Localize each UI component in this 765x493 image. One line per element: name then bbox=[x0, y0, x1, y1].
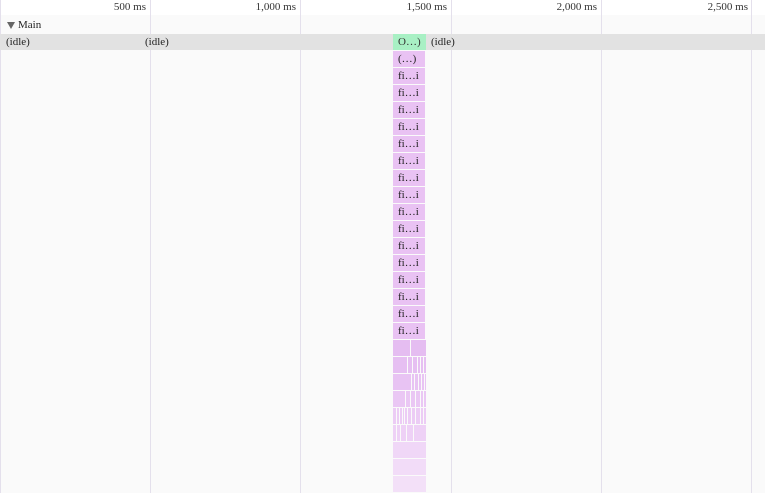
flame-slice-separator bbox=[420, 391, 421, 407]
flame-function-frame[interactable]: fi…i bbox=[393, 221, 426, 237]
flame-slice-separator bbox=[418, 374, 419, 390]
flame-slice-separator bbox=[415, 408, 416, 424]
flame-deep-frame[interactable] bbox=[393, 442, 427, 458]
flame-slice-separator bbox=[411, 374, 412, 390]
ruler-tick-label: 500 ms bbox=[113, 1, 146, 13]
flame-slice-separator bbox=[396, 425, 397, 441]
performance-flame-chart[interactable]: 500 ms 1,000 ms 1,500 ms 2,000 ms 2,500 … bbox=[0, 0, 765, 493]
flame-slice-separator bbox=[410, 340, 411, 356]
flame-slice-separator bbox=[400, 425, 401, 441]
flame-slice-separator bbox=[413, 425, 414, 441]
time-ruler[interactable]: 500 ms 1,000 ms 1,500 ms 2,000 ms 2,500 … bbox=[0, 0, 765, 15]
flame-slice-separator bbox=[404, 408, 405, 424]
flame-slice-separator bbox=[415, 391, 416, 407]
flame-slice-separator bbox=[423, 357, 424, 373]
triangle-down-icon[interactable] bbox=[7, 21, 15, 29]
flame-deep-frame[interactable] bbox=[393, 357, 427, 373]
ruler-tick-label: 2,500 ms bbox=[707, 1, 748, 13]
flame-slice-separator bbox=[411, 408, 412, 424]
flame-deep-frame[interactable] bbox=[393, 374, 427, 390]
flame-slice-separator bbox=[405, 391, 406, 407]
flame-deep-frame[interactable] bbox=[393, 408, 427, 424]
flame-function-frame[interactable]: fi…i bbox=[393, 272, 426, 288]
grid-line bbox=[300, 0, 301, 493]
flame-slice-separator bbox=[420, 357, 421, 373]
flame-slice-separator bbox=[407, 408, 408, 424]
flame-slice-separator bbox=[423, 391, 424, 407]
flame-slice-separator bbox=[417, 357, 418, 373]
flame-function-frame[interactable]: fi…i bbox=[393, 170, 426, 186]
flame-slice-separator bbox=[396, 408, 397, 424]
flame-function-frame[interactable]: fi…i bbox=[393, 289, 426, 305]
flame-function-frame[interactable]: fi…i bbox=[393, 119, 426, 135]
flame-idle-frame[interactable]: (idle) bbox=[426, 34, 765, 50]
flame-function-frame[interactable]: fi…i bbox=[393, 255, 426, 271]
flame-function-frame[interactable]: fi…i bbox=[393, 68, 426, 84]
flame-deep-frame[interactable] bbox=[393, 391, 427, 407]
flame-slice-separator bbox=[410, 391, 411, 407]
track-header-main[interactable]: Main bbox=[0, 17, 41, 33]
track-name: Main bbox=[18, 19, 42, 31]
flame-slice-separator bbox=[424, 374, 425, 390]
grid-line bbox=[0, 0, 1, 493]
ruler-tick-label: 2,000 ms bbox=[556, 1, 597, 13]
ruler-tick-label: 1,500 ms bbox=[406, 1, 447, 13]
flame-function-frame[interactable]: fi…i bbox=[393, 306, 426, 322]
flame-slice-separator bbox=[412, 357, 413, 373]
flame-function-frame[interactable]: fi…i bbox=[393, 85, 426, 101]
flame-deep-frame[interactable] bbox=[393, 340, 427, 356]
flame-slice-separator bbox=[406, 425, 407, 441]
flame-slice-separator bbox=[414, 374, 415, 390]
flame-function-frame[interactable]: fi…i bbox=[393, 136, 426, 152]
flame-idle-frame[interactable]: (idle) bbox=[140, 34, 392, 50]
ruler-tick-label: 1,000 ms bbox=[255, 1, 296, 13]
flame-function-frame[interactable]: fi…i bbox=[393, 323, 426, 339]
flame-deep-frame[interactable] bbox=[393, 459, 427, 475]
flame-function-frame[interactable]: fi…i bbox=[393, 187, 426, 203]
flame-function-frame[interactable]: fi…i bbox=[393, 238, 426, 254]
flame-slice-separator bbox=[407, 357, 408, 373]
flame-task-frame[interactable]: O…) bbox=[393, 34, 426, 50]
flame-function-frame[interactable]: fi…i bbox=[393, 153, 426, 169]
flame-slice-separator bbox=[421, 374, 422, 390]
flame-slice-separator bbox=[399, 408, 400, 424]
flame-deep-frame[interactable] bbox=[393, 476, 427, 492]
grid-line bbox=[751, 0, 752, 493]
flame-function-frame[interactable]: (…) bbox=[393, 51, 426, 67]
flame-slice-separator bbox=[402, 408, 403, 424]
grid-line bbox=[601, 0, 602, 493]
flame-deep-frame[interactable] bbox=[393, 425, 427, 441]
flame-function-frame[interactable]: fi…i bbox=[393, 204, 426, 220]
flame-slice-separator bbox=[420, 408, 421, 424]
grid-line bbox=[150, 0, 151, 493]
flame-slice-separator bbox=[423, 408, 424, 424]
flame-function-frame[interactable]: fi…i bbox=[393, 102, 426, 118]
flame-idle-frame[interactable]: (idle) bbox=[1, 34, 139, 50]
grid-line bbox=[451, 0, 452, 493]
